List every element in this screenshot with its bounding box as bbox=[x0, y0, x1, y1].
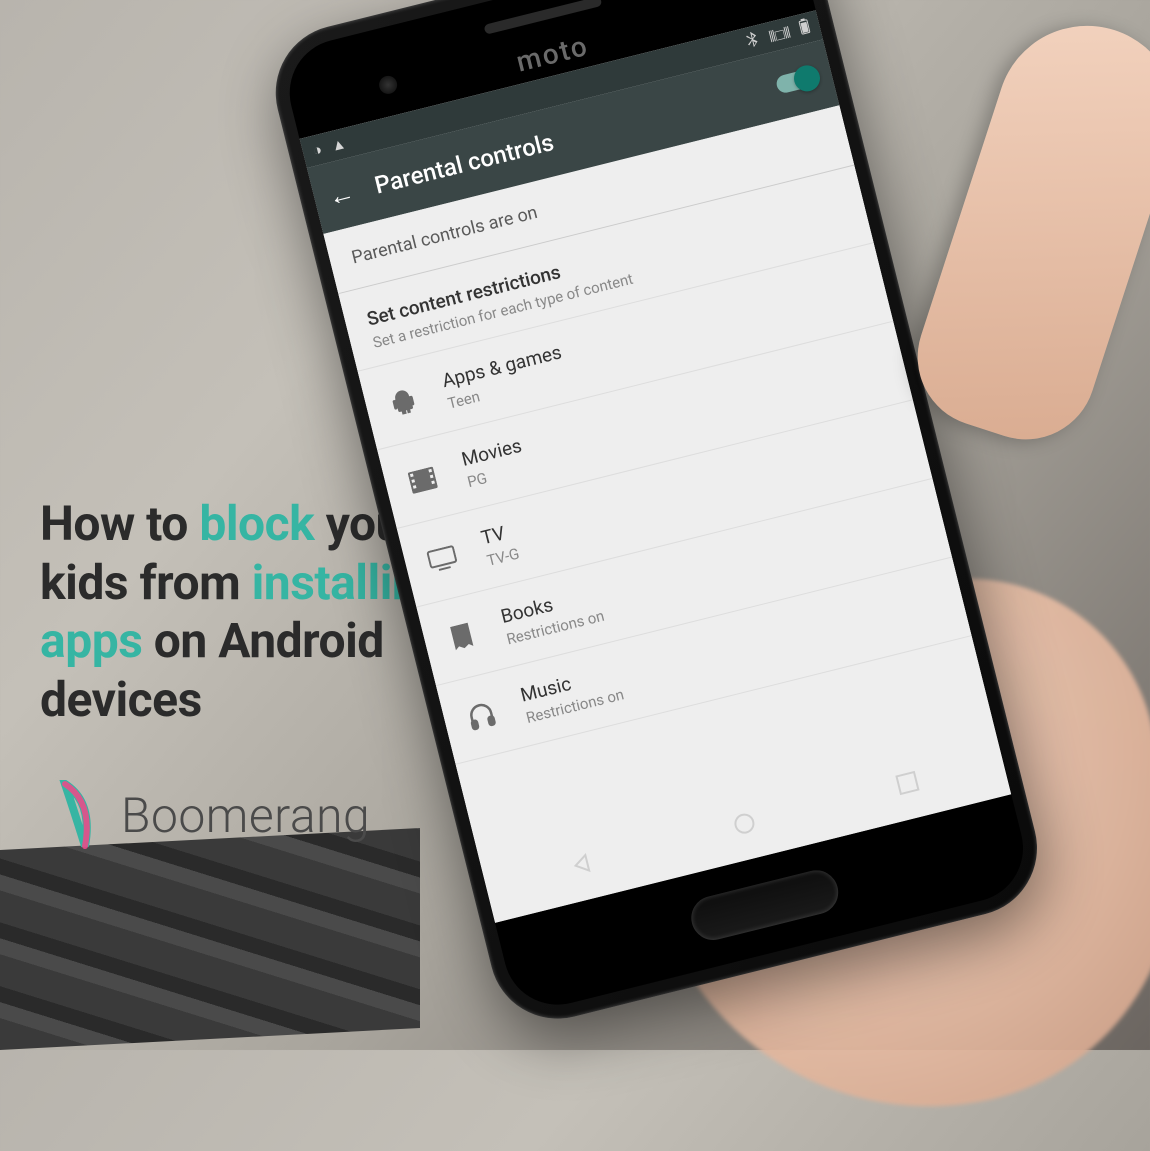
brand-lockup: Boomerang bbox=[55, 780, 370, 850]
thumb-graphic bbox=[900, 2, 1150, 457]
front-camera bbox=[377, 74, 399, 96]
warning-icon: ▲ bbox=[329, 134, 348, 155]
movie-icon bbox=[405, 462, 441, 498]
bluetooth-icon bbox=[745, 30, 762, 53]
book-icon bbox=[444, 619, 480, 655]
tv-icon bbox=[424, 541, 460, 577]
headline-part: How to bbox=[40, 495, 199, 552]
debug-icon: ◑ bbox=[311, 140, 324, 160]
android-icon bbox=[385, 383, 421, 419]
boomerang-logo-icon bbox=[55, 780, 99, 850]
earpiece bbox=[483, 0, 602, 35]
nav-home-key[interactable] bbox=[727, 807, 761, 841]
item-subtitle: TV-G bbox=[485, 544, 521, 569]
music-icon bbox=[463, 698, 499, 734]
nav-recents-key[interactable] bbox=[890, 766, 924, 800]
background-texture bbox=[0, 828, 420, 1050]
parental-controls-toggle[interactable] bbox=[775, 67, 820, 95]
back-button[interactable]: ← bbox=[325, 176, 358, 212]
brand-name: Boomerang bbox=[121, 787, 370, 844]
headline-accent: block bbox=[199, 495, 314, 552]
nav-back-key[interactable] bbox=[564, 847, 598, 881]
physical-home-button[interactable] bbox=[687, 866, 843, 945]
battery-icon bbox=[798, 17, 813, 39]
vibrate-icon: ⫴□⫴ bbox=[767, 23, 792, 46]
